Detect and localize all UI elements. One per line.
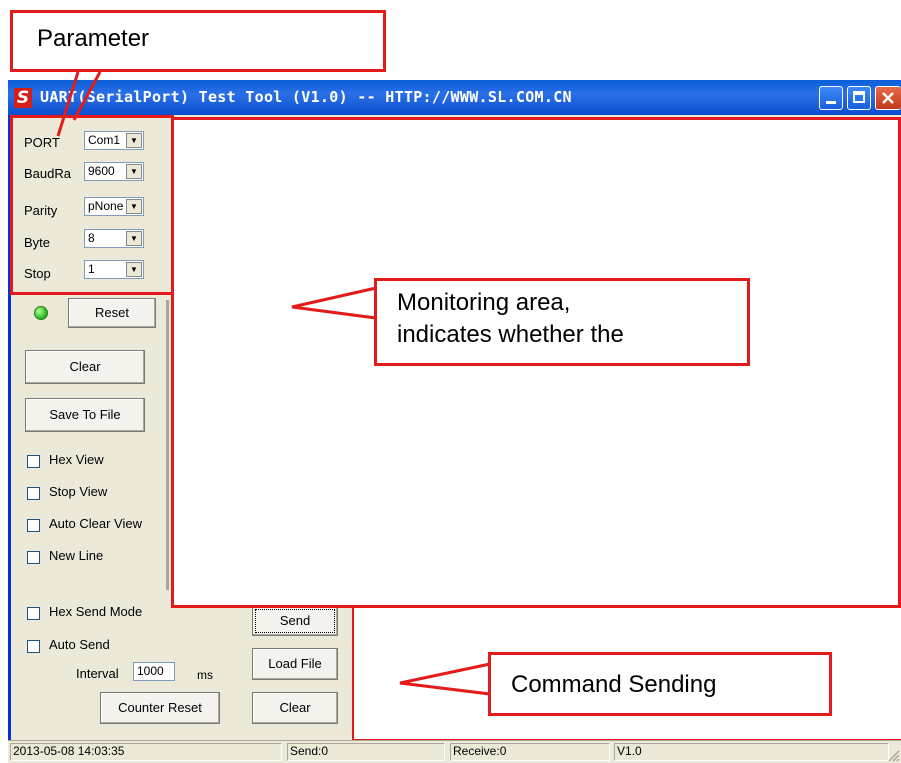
- monitoring-callout: Monitoring area, indicates whether the: [374, 278, 750, 366]
- callout-pointers: [56, 71, 492, 696]
- monitoring-callout-line2: indicates whether the: [397, 321, 624, 348]
- monitoring-callout-line1: Monitoring area,: [397, 289, 571, 316]
- command-sending-callout-text: Command Sending: [511, 671, 717, 698]
- command-sending-callout: Command Sending: [488, 652, 832, 716]
